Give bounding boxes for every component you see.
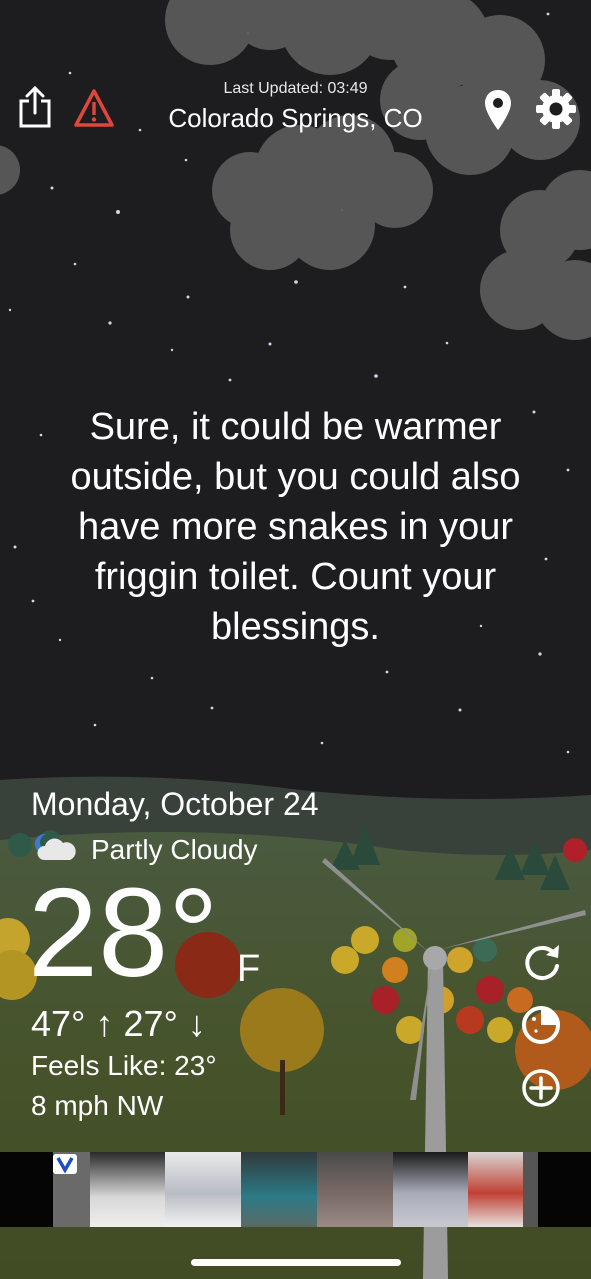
feels-like: Feels Like: 23° bbox=[31, 1050, 217, 1081]
high-low-temperature: 47° ↑ 27° ↓ bbox=[31, 1003, 206, 1044]
ad-product-image[interactable] bbox=[317, 1152, 393, 1227]
current-temperature: 28° bbox=[28, 862, 219, 1003]
temperature-unit[interactable]: F bbox=[237, 948, 260, 991]
refresh-icon[interactable] bbox=[521, 941, 563, 988]
ad-banner[interactable] bbox=[0, 1152, 591, 1227]
ad-product-image[interactable] bbox=[90, 1152, 165, 1227]
map-pin-icon[interactable] bbox=[484, 89, 512, 136]
gear-icon[interactable] bbox=[535, 88, 577, 135]
ad-product-image[interactable] bbox=[393, 1152, 468, 1227]
weather-quote: Sure, it could be warmer outside, but yo… bbox=[70, 406, 521, 648]
ad-choices-icon[interactable] bbox=[53, 1154, 77, 1174]
home-indicator[interactable] bbox=[191, 1259, 401, 1266]
add-icon[interactable] bbox=[520, 1067, 562, 1114]
ad-product-image[interactable] bbox=[523, 1152, 538, 1227]
radar-icon[interactable] bbox=[520, 1004, 562, 1051]
ad-product-image[interactable] bbox=[468, 1152, 523, 1227]
ad-product-image[interactable] bbox=[165, 1152, 241, 1227]
forecast-date: Monday, October 24 bbox=[31, 786, 319, 822]
ad-product-image[interactable] bbox=[241, 1152, 317, 1227]
wind-speed: 8 mph NW bbox=[31, 1090, 164, 1121]
